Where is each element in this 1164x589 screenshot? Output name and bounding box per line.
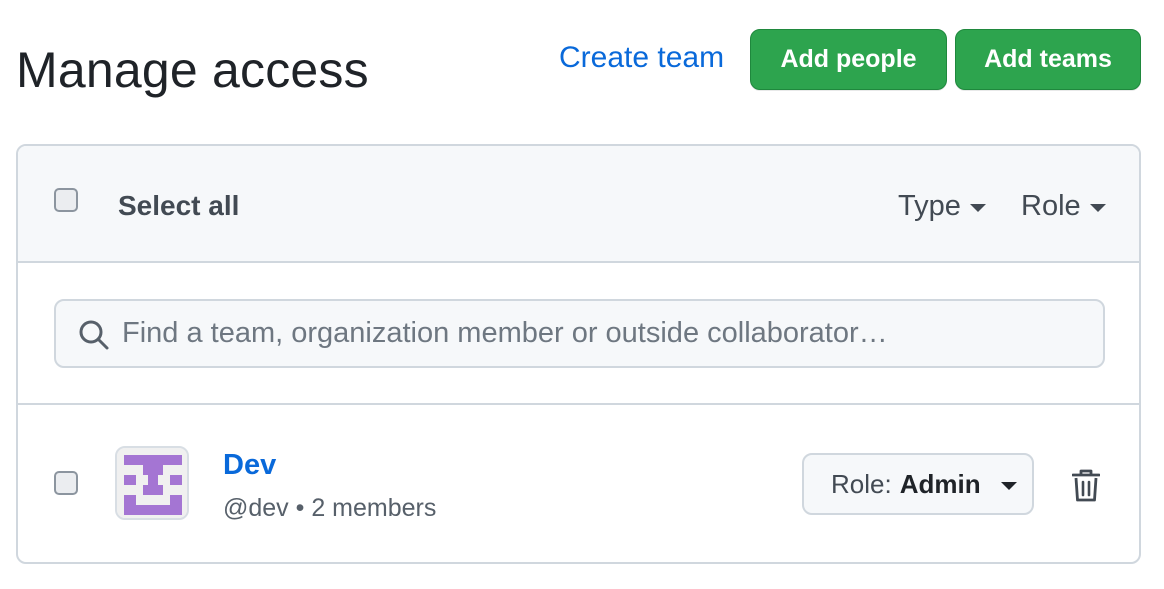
access-list-box: Select all Type Role Find a team, organi… — [16, 144, 1141, 564]
caret-down-icon — [1089, 204, 1106, 212]
team-avatar — [115, 446, 189, 520]
search-section — [18, 263, 1139, 405]
team-name-link[interactable]: Dev — [223, 447, 276, 483]
caret-down-icon — [1000, 482, 1017, 490]
create-team-link[interactable]: Create team — [559, 38, 724, 78]
type-filter-dropdown[interactable]: Type — [898, 188, 986, 224]
select-all-label: Select all — [118, 190, 240, 221]
role-prefix: Role: — [831, 468, 892, 499]
page-title: Manage access — [16, 42, 369, 98]
team-row-checkbox[interactable] — [54, 471, 78, 495]
role-filter-label: Role — [1021, 190, 1081, 222]
search-input[interactable] — [122, 301, 1092, 366]
type-filter-label: Type — [898, 190, 961, 222]
trash-icon[interactable] — [1072, 469, 1100, 503]
team-row: Dev @dev • 2 members Role: Admin — [18, 405, 1139, 562]
add-teams-button[interactable]: Add teams — [955, 29, 1141, 90]
select-all-checkbox[interactable] — [54, 188, 78, 212]
identicon-icon — [117, 448, 187, 518]
search-field[interactable] — [54, 299, 1105, 368]
page-header: Manage access Create team Add people Add… — [0, 0, 1164, 128]
role-filter-dropdown[interactable]: Role — [1021, 188, 1106, 224]
role-select-button[interactable]: Role: Admin — [802, 453, 1034, 515]
role-value: Admin — [899, 468, 981, 499]
team-meta: @dev • 2 members — [223, 494, 437, 522]
list-header: Select all Type Role — [18, 146, 1139, 263]
add-people-button[interactable]: Add people — [750, 29, 947, 90]
search-icon — [79, 320, 109, 350]
caret-down-icon — [969, 204, 986, 212]
